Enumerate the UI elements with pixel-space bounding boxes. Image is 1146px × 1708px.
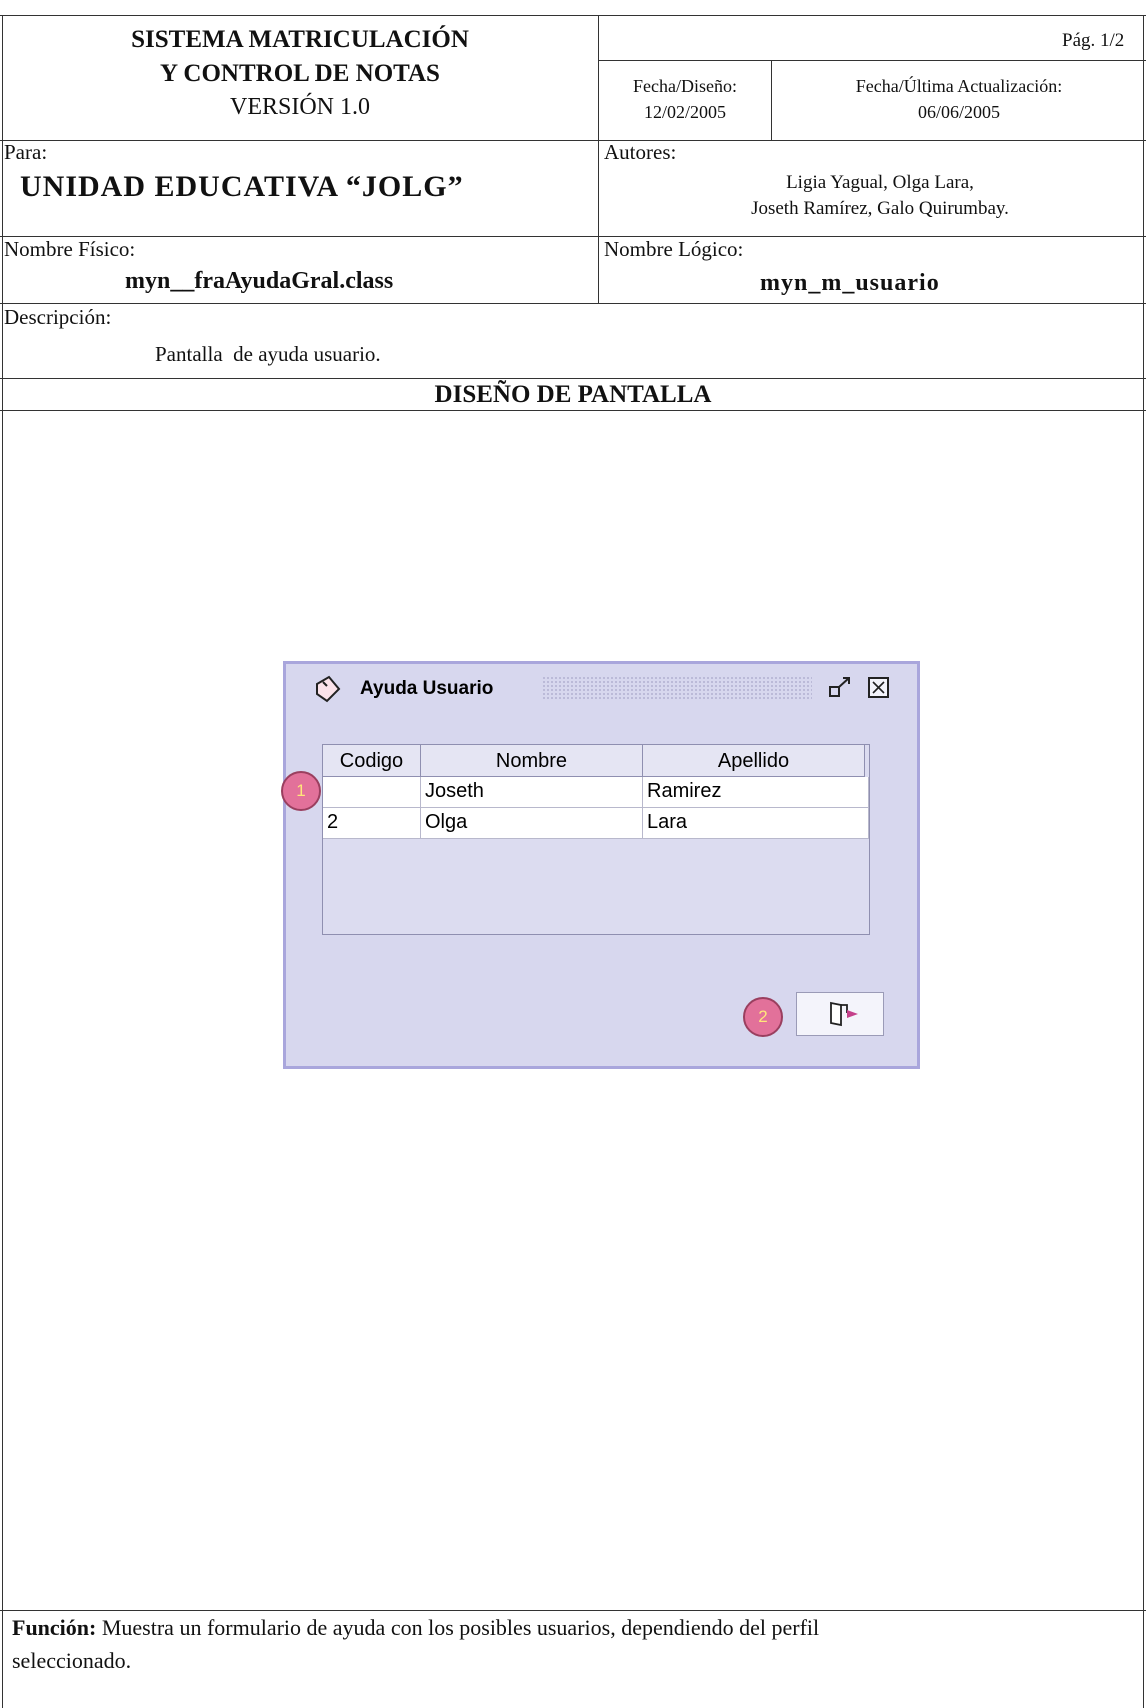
rule-funcion [0,1610,1146,1611]
function-label: Función: [12,1615,97,1640]
users-table[interactable]: Codigo Nombre Apellido Joseth Ramirez 2 … [322,744,870,935]
cell-apellido[interactable]: Lara [643,808,869,839]
physical-name: myn__fraAyudaGral.class [125,268,394,294]
design-date: 12/02/2005 [643,102,726,122]
function-text: Muestra un formulario de ayuda con los p… [96,1615,820,1640]
document-sheet: SISTEMA MATRICULACIÓN Y CONTROL DE NOTAS… [0,0,1146,1708]
cell-codigo[interactable] [323,777,421,808]
callout-marker-1: 1 [281,771,321,811]
version-label: VERSIÓN 1.0 [229,94,370,120]
logical-name: myn_m_usuario [760,270,940,296]
window-titlebar: Ayuda Usuario [286,664,917,710]
close-icon[interactable] [867,676,891,705]
window-title: Ayuda Usuario [360,678,494,699]
authors-label: Autores: [604,140,677,164]
system-title-line1: SISTEMA MATRICULACIÓN [131,26,469,53]
physical-name-label: Nombre Físico: [4,237,136,261]
logical-name-label: Nombre Lógico: [604,237,744,261]
rule-descripcion [0,303,1146,304]
for-label: Para: [4,140,48,164]
authors-line2: Joseth Ramírez, Galo Quirumbay. [751,198,1009,219]
design-date-label: Fecha/Diseño: [633,76,737,96]
window-app-icon [314,674,342,709]
column-header-codigo[interactable]: Codigo [323,745,421,777]
titlebar-texture [542,676,812,700]
rule-date-split [771,60,772,140]
rule-col-split [598,15,599,303]
column-header-nombre[interactable]: Nombre [421,745,643,777]
cell-apellido[interactable]: Ramirez [643,777,869,808]
rule-para [0,140,1146,141]
section-title: DISEÑO DE PANTALLA [434,381,712,408]
cell-nombre[interactable]: Olga [421,808,643,839]
rule-left [2,15,3,1708]
exit-button[interactable] [796,992,884,1036]
function-line1: Función: Muestra un formulario de ayuda … [12,1615,819,1641]
help-user-window: Ayuda Usuario Codigo Nombre Apellido Jos… [281,661,920,1069]
column-header-apellido[interactable]: Apellido [643,745,865,777]
callout-marker-2: 2 [743,997,783,1037]
function-line2: seleccionado. [12,1648,132,1673]
exit-door-icon [827,1001,861,1032]
rule-top [0,15,1146,16]
rule-right [1143,15,1144,1708]
institution-name: UNIDAD EDUCATIVA “JOLG” [20,170,464,203]
update-date: 06/06/2005 [917,102,1000,122]
description-label: Descripción: [4,305,112,329]
cell-codigo[interactable]: 2 [323,808,421,839]
authors-line1: Ligia Yagual, Olga Lara, [786,172,974,193]
rule-nombre [0,236,1146,237]
page-number: Pág. 1/2 [1062,30,1125,51]
rule-header-mid [598,60,1146,61]
update-date-label: Fecha/Última Actualización: [855,76,1063,96]
cell-nombre[interactable]: Joseth [421,777,643,808]
rule-section-top [0,378,1146,379]
restore-icon[interactable] [827,676,853,705]
description-text: Pantalla de ayuda usuario. [155,342,381,366]
system-title-line2: Y CONTROL DE NOTAS [160,60,440,87]
rule-section-bottom [0,410,1146,411]
